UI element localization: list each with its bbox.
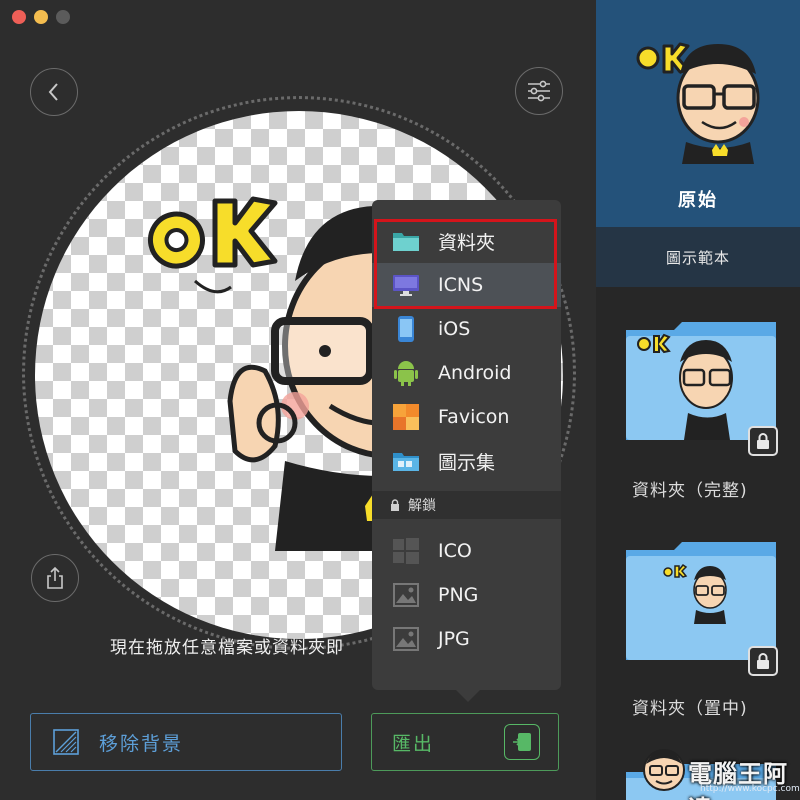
iconset-folder-icon xyxy=(392,447,420,475)
windows-icon xyxy=(392,537,420,565)
export-button[interactable]: 匯出 xyxy=(371,713,559,771)
watermark-avatar-icon xyxy=(643,749,685,791)
site-watermark: 電腦王阿達 http://www.kocpc.com.tw xyxy=(640,744,800,800)
share-button[interactable] xyxy=(31,554,79,602)
remove-background-icon xyxy=(53,729,79,755)
chevron-left-icon xyxy=(48,83,58,101)
menu-item-jpg[interactable]: JPG xyxy=(372,617,561,661)
folder-template-thumbnail xyxy=(626,322,776,440)
menu-item-iconset[interactable]: 圖示集 xyxy=(372,439,561,483)
monitor-icon xyxy=(392,271,420,299)
menu-item-ico[interactable]: ICO xyxy=(372,529,561,573)
export-label: 匯出 xyxy=(392,732,435,755)
menu-item-label: ICO xyxy=(438,540,472,562)
menu-item-label: PNG xyxy=(438,584,479,606)
menu-item-icns[interactable]: ICNS xyxy=(372,263,561,307)
window-controls xyxy=(12,10,70,24)
image-icon xyxy=(392,625,420,653)
menu-item-folder[interactable]: 資料夾 xyxy=(372,219,561,263)
menu-item-label: iOS xyxy=(438,318,471,340)
sliders-icon xyxy=(528,80,550,102)
lock-icon xyxy=(391,499,399,511)
menu-item-png[interactable]: PNG xyxy=(372,573,561,617)
original-sticker-thumbnail xyxy=(636,42,760,164)
menu-item-favicon[interactable]: Favicon xyxy=(372,395,561,439)
menu-item-android[interactable]: Android xyxy=(372,351,561,395)
share-icon xyxy=(47,566,63,589)
menu-item-label: Favicon xyxy=(438,406,510,428)
export-icon xyxy=(504,724,540,760)
back-button[interactable] xyxy=(30,68,78,116)
remove-background-label: 移除背景 xyxy=(99,732,184,755)
folder-template-thumbnail xyxy=(626,542,776,660)
locked-section-label: 解鎖 xyxy=(408,498,436,514)
menu-item-label: Android xyxy=(438,362,512,384)
lock-icon xyxy=(757,653,769,669)
close-window-button[interactable] xyxy=(12,10,26,24)
template-lock-badge xyxy=(748,426,778,456)
watermark-url: http://www.kocpc.com.tw xyxy=(700,784,800,794)
template-folder-full[interactable] xyxy=(626,318,778,458)
template-caption: 資料夾（置中) xyxy=(632,699,748,719)
template-original[interactable]: 原始 xyxy=(596,0,800,227)
locked-section-header: 解鎖 xyxy=(372,491,561,519)
menu-item-label: JPG xyxy=(438,628,470,650)
iphone-icon xyxy=(392,315,420,343)
lock-icon xyxy=(757,433,769,449)
templates-header: 圖示範本 xyxy=(596,227,800,287)
favicon-icon xyxy=(392,403,420,431)
menu-item-ios[interactable]: iOS xyxy=(372,307,561,351)
template-sidebar: 原始 圖示範本 資料夾（完整) 資料夾（置中) xyxy=(596,0,800,800)
image-icon xyxy=(392,581,420,609)
settings-button[interactable] xyxy=(515,67,563,115)
folder-icon xyxy=(392,227,420,255)
menu-item-label: ICNS xyxy=(438,274,484,296)
menu-item-label: 資料夾 xyxy=(438,231,496,254)
menu-item-label: 圖示集 xyxy=(438,451,496,474)
remove-background-button[interactable]: 移除背景 xyxy=(30,713,342,771)
original-label: 原始 xyxy=(678,190,718,211)
export-menu: 資料夾 ICNS iOS Android Favicon 圖示集 解鎖 ICO … xyxy=(372,200,561,702)
template-caption: 資料夾（完整) xyxy=(632,481,748,501)
minimize-window-button[interactable] xyxy=(34,10,48,24)
template-folder-centered[interactable] xyxy=(626,538,778,678)
zoom-window-button[interactable] xyxy=(56,10,70,24)
template-lock-badge xyxy=(748,646,778,676)
android-icon xyxy=(392,359,420,387)
